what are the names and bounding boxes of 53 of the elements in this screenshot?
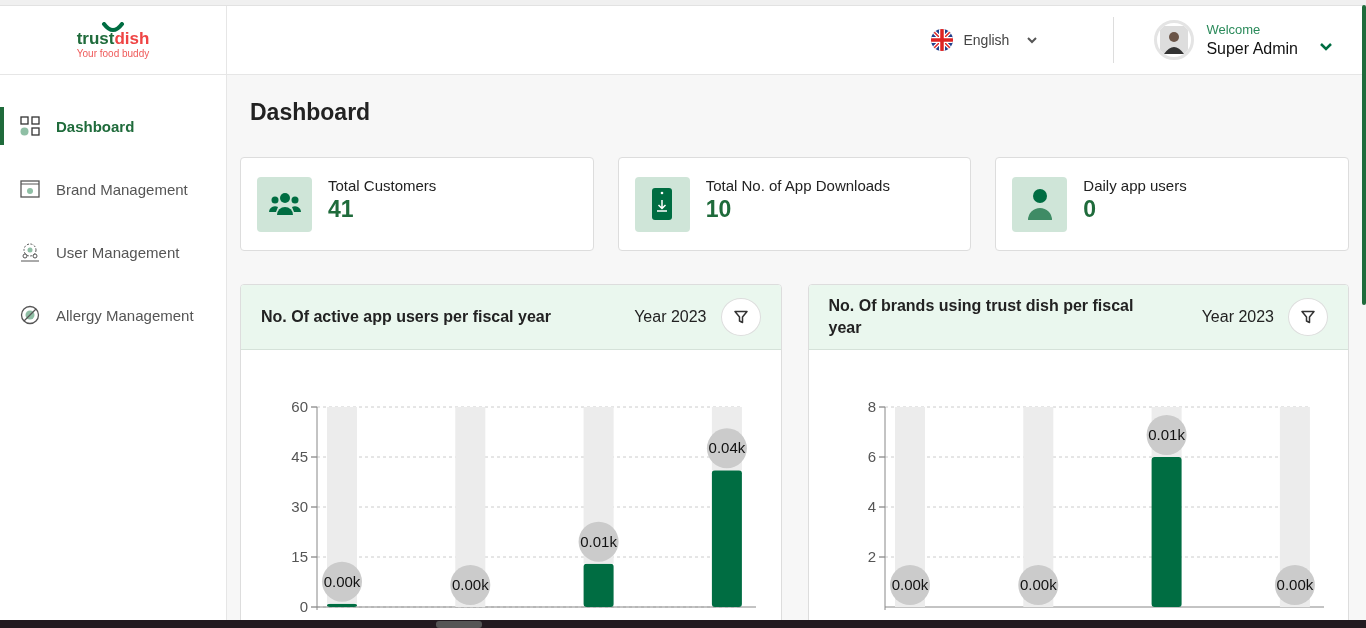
value-label-tooltip: 0.00k	[1274, 565, 1315, 605]
axis-tick-label: 30	[291, 498, 308, 515]
value-label-tooltip: 0.01k	[1146, 415, 1187, 455]
trustdish-logo: trustdish Your food buddy	[76, 21, 150, 59]
sidebar-item[interactable]: Allergy Management	[0, 296, 226, 334]
chart-title: No. Of brands using trust dish per fiscal year	[828, 296, 1134, 338]
axis-tick-label: 15	[291, 548, 308, 565]
no-allergen-icon	[20, 305, 40, 325]
axis-tick-label: 0	[299, 598, 308, 615]
users-gear-icon	[20, 242, 40, 262]
scrollbar[interactable]	[0, 620, 1366, 628]
value-label-tooltip: 0.01k	[578, 521, 619, 562]
sidebar-item[interactable]: Dashboard	[0, 107, 226, 145]
chart-title: No. Of active app users per fiscal year	[261, 307, 552, 327]
chevron-down-icon[interactable]	[1320, 43, 1332, 51]
stat-value: 10	[705, 196, 733, 223]
value-label-tooltip: 0.00k	[450, 565, 491, 605]
axis-tick-label: 6	[867, 448, 876, 465]
year-label: Year 2023	[1201, 308, 1274, 326]
bar	[583, 563, 614, 607]
value-label-tooltip: 0.00k	[889, 565, 930, 605]
storefront-icon	[20, 179, 40, 199]
axis-tick-label: 2	[867, 548, 876, 565]
year-label: Year 2023	[634, 308, 707, 326]
stat-value: 41	[328, 196, 355, 223]
user-menu[interactable]: Super Admin	[1206, 40, 1298, 58]
stat-label: Total No. of App Downloads	[705, 177, 890, 194]
users-icon	[267, 191, 302, 217]
scrollbar[interactable]	[1362, 5, 1366, 305]
page-title: Dashboard	[250, 99, 372, 126]
value-label-tooltip: 0.00k	[322, 561, 362, 602]
welcome-text: Welcome	[1206, 22, 1262, 37]
filter-icon	[733, 310, 748, 324]
value-label-tooltip: 0.00k	[1017, 565, 1058, 605]
stat-value: 0	[1083, 196, 1098, 223]
axis-tick-label: 45	[291, 448, 308, 465]
language-selector[interactable]: English	[925, 28, 1044, 52]
avatar[interactable]	[1154, 20, 1195, 60]
uk-flag-icon	[931, 29, 954, 51]
sidebar-item[interactable]: Brand Management	[0, 170, 226, 208]
axis-tick-label: 60	[291, 398, 308, 415]
stat-label: Total Customers	[328, 177, 437, 194]
filter-button[interactable]	[720, 298, 761, 336]
axis-tick-label: 8	[867, 398, 876, 415]
filter-button[interactable]	[1288, 298, 1328, 336]
sidebar-item[interactable]: User Management	[0, 233, 226, 271]
stat-label: Daily app users	[1083, 177, 1187, 194]
axis-tick-label: 4	[867, 498, 876, 515]
user-icon	[1026, 188, 1053, 220]
chevron-down-icon	[1027, 36, 1038, 44]
phone-download-icon	[652, 188, 673, 220]
grid-icon	[20, 116, 40, 136]
filter-icon	[1301, 310, 1315, 324]
